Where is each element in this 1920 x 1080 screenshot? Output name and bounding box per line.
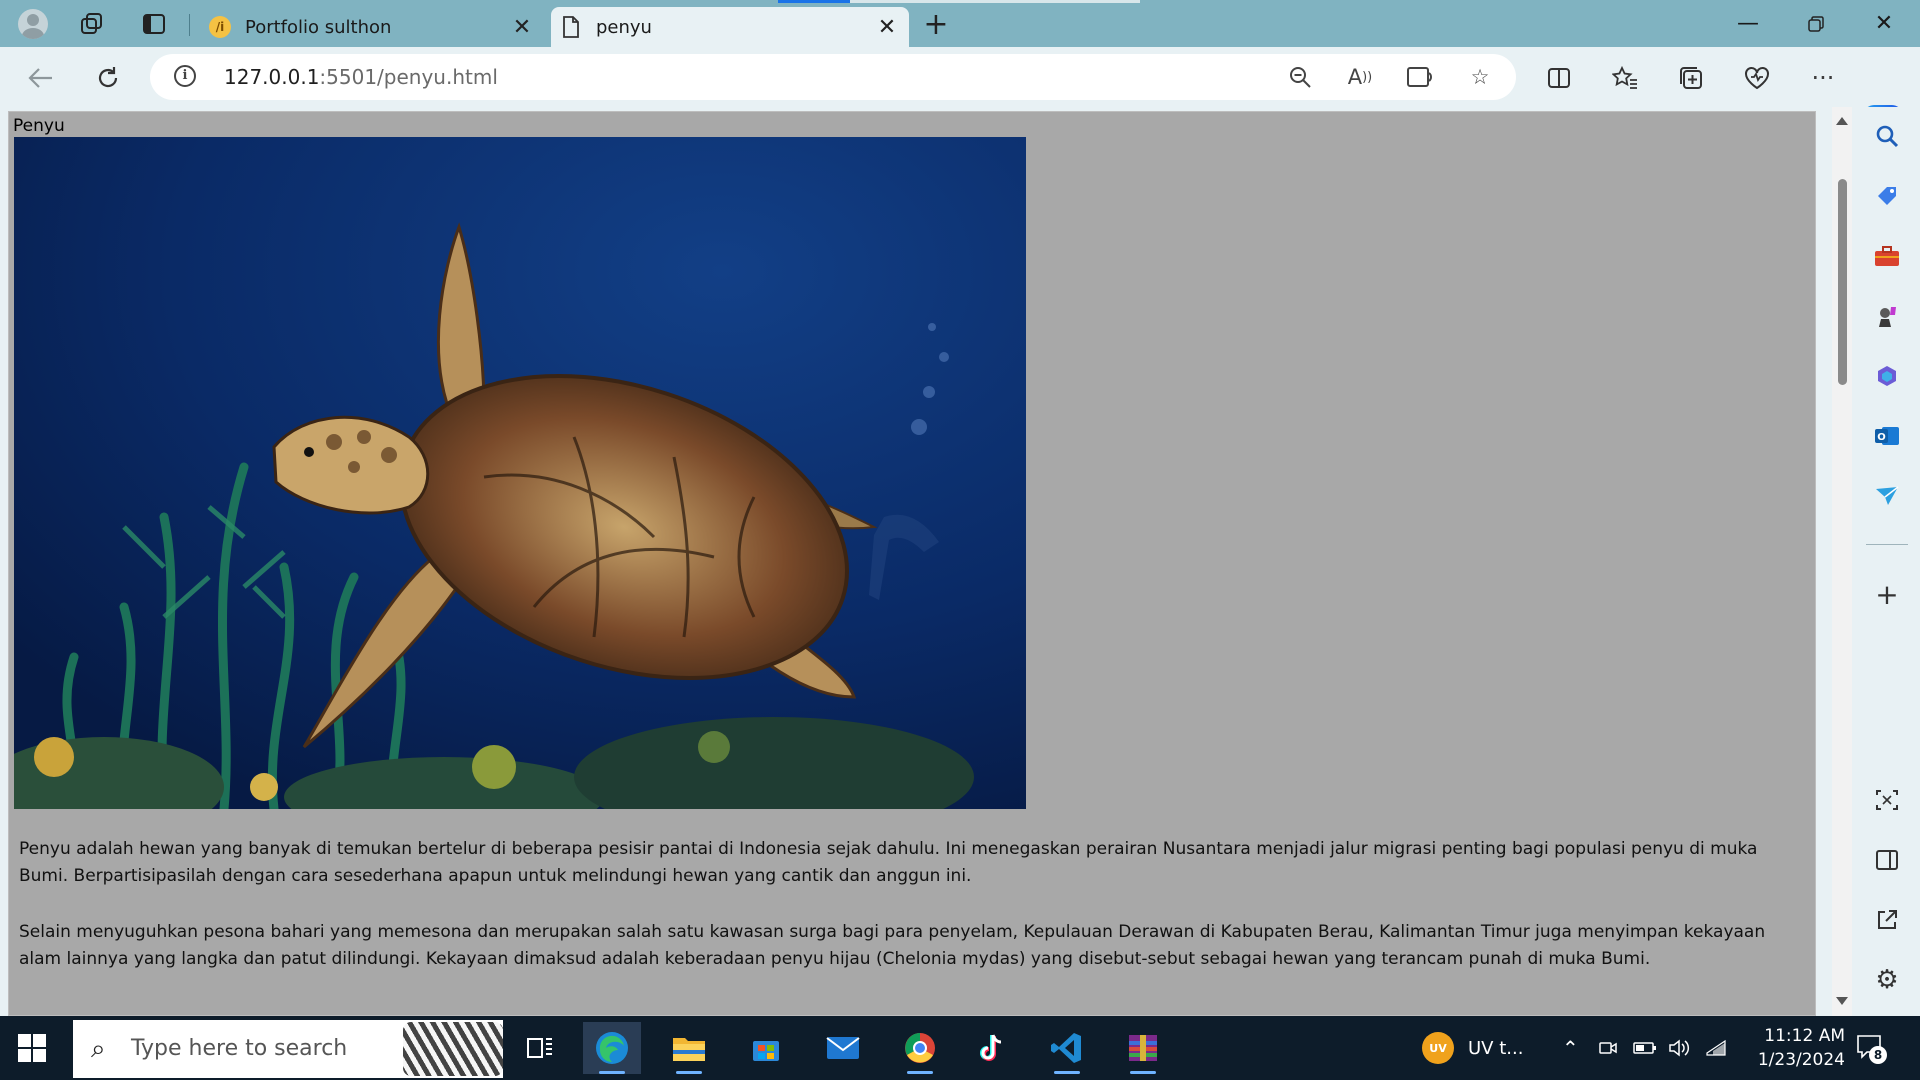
tiktok-icon[interactable] [962,1022,1020,1074]
read-aloud-icon[interactable]: A)) [1343,60,1377,94]
loading-progress [778,0,850,3]
sidebar-outlook-icon[interactable]: O [1870,419,1904,453]
page-scrollbar[interactable] [1832,107,1852,1016]
active-indicator [907,1071,933,1074]
page-viewport: Penyu Penyu adalah hewan yang banyak di … [0,107,1832,1016]
screenshot-icon[interactable] [1870,783,1904,817]
favorites-icon[interactable] [1606,59,1644,97]
chrome-icon[interactable] [891,1022,949,1074]
battery-icon[interactable] [1633,1016,1657,1080]
browser-essentials-icon[interactable] [1738,59,1776,97]
notification-center-icon[interactable]: 8 [1855,1032,1887,1064]
windows-start-icon[interactable] [18,1034,46,1062]
settings-gear-icon[interactable]: ⚙ [1870,963,1904,997]
winrar-icon[interactable] [1114,1022,1172,1074]
close-tab-icon[interactable]: ✕ [508,13,536,41]
sidebar-games-icon[interactable] [1870,299,1904,333]
notification-count-badge: 8 [1869,1046,1887,1064]
weather-uv-icon[interactable]: UV [1422,1032,1454,1064]
close-tab-icon[interactable]: ✕ [873,13,901,41]
file-explorer-icon[interactable] [660,1022,718,1074]
wifi-icon[interactable] [1705,1016,1727,1080]
more-options-icon[interactable]: ··· [1804,59,1842,97]
weather-label[interactable]: UV t... [1468,1016,1523,1080]
system-clock[interactable]: 11:12 AM 1/23/2024 [1735,1024,1845,1072]
back-icon[interactable] [22,59,60,97]
restore-icon[interactable] [1782,0,1850,47]
tab-actions-icon[interactable] [136,6,172,42]
close-window-icon[interactable]: ✕ [1850,0,1918,47]
workspaces-icon[interactable] [74,6,110,42]
sidebar-add-icon[interactable]: + [1870,577,1904,611]
web-page: Penyu Penyu adalah hewan yang banyak di … [8,111,1816,1016]
active-indicator [1130,1071,1156,1074]
search-highlight-image [403,1022,503,1076]
url-text[interactable]: 127.0.0.1:5501/penyu.html [224,54,498,100]
clock-date: 1/23/2024 [1757,1050,1845,1070]
tab-title: penyu [596,16,652,38]
minimize-icon[interactable]: — [1714,0,1782,47]
volume-icon[interactable] [1668,1016,1690,1080]
open-external-icon[interactable] [1870,903,1904,937]
paragraph-derawan: Selain menyuguhkan pesona bahari yang me… [19,922,1766,969]
search-icon: ⌕ [91,1034,106,1064]
sidebar-search-icon[interactable] [1870,119,1904,153]
zoom-out-icon[interactable] [1283,60,1317,94]
edge-sidebar: O + ⚙ [1852,107,1920,1016]
windows-taskbar: ⌕ Type here to search UV UV t... ⌃ 11:12… [0,1016,1920,1080]
portfolio-favicon-icon: /i [209,16,231,38]
paragraph-intro: Penyu adalah hewan yang banyak di temuka… [19,839,1758,886]
collections-icon[interactable] [1672,59,1710,97]
sidebar-shopping-icon[interactable] [1870,179,1904,213]
address-bar[interactable]: i 127.0.0.1:5501/penyu.html A)) ☆ [150,54,1516,100]
profile-avatar[interactable] [15,6,51,42]
sidebar-tools-icon[interactable] [1870,239,1904,273]
tab-penyu[interactable]: penyu ✕ [551,7,909,47]
mail-icon[interactable] [814,1022,872,1074]
active-indicator [599,1071,625,1074]
split-screen-icon[interactable] [1540,59,1578,97]
scroll-up-icon[interactable] [1836,117,1848,125]
new-tab-icon[interactable]: + [918,6,954,42]
sidebar-copilot-365-icon[interactable] [1870,359,1904,393]
task-view-icon[interactable] [511,1022,569,1074]
refresh-icon[interactable] [89,59,127,97]
sea-turtle-image [14,137,1026,809]
vscode-icon[interactable] [1038,1022,1096,1074]
tab-title: Portfolio sulthon [245,16,392,38]
url-path: :5501/penyu.html [319,65,498,89]
search-placeholder: Type here to search [131,1036,348,1061]
loading-track [850,0,1140,3]
site-info-icon[interactable]: i [174,65,196,87]
active-indicator [676,1071,702,1074]
taskbar-search-box[interactable]: ⌕ Type here to search [73,1020,503,1078]
tab-separator [189,14,190,36]
scroll-down-icon[interactable] [1836,997,1848,1005]
page-favicon-icon [560,16,582,38]
sidebar-drop-icon[interactable] [1870,479,1904,513]
clock-time: 11:12 AM [1764,1026,1845,1046]
svg-text:O: O [1877,432,1886,443]
immersive-reader-icon[interactable] [1403,60,1437,94]
edge-taskbar-icon[interactable] [583,1022,641,1074]
avatar-icon [18,9,48,39]
microsoft-store-icon[interactable] [737,1022,795,1074]
active-indicator [1054,1071,1080,1074]
show-hidden-icons-icon[interactable]: ⌃ [1562,1016,1579,1080]
favorite-star-icon[interactable]: ☆ [1463,60,1497,94]
url-host: 127.0.0.1 [224,65,320,89]
page-heading: Penyu [13,116,65,136]
hide-sidebar-icon[interactable] [1870,843,1904,877]
sidebar-divider [1866,544,1908,545]
scrollbar-thumb[interactable] [1838,179,1847,385]
tab-portfolio[interactable]: /i Portfolio sulthon ✕ [200,7,544,47]
meet-now-icon[interactable] [1598,1016,1618,1080]
tab-strip: /i Portfolio sulthon ✕ penyu ✕ + — ✕ [0,0,1920,47]
browser-toolbar: i 127.0.0.1:5501/penyu.html A)) ☆ ··· [0,47,1920,143]
